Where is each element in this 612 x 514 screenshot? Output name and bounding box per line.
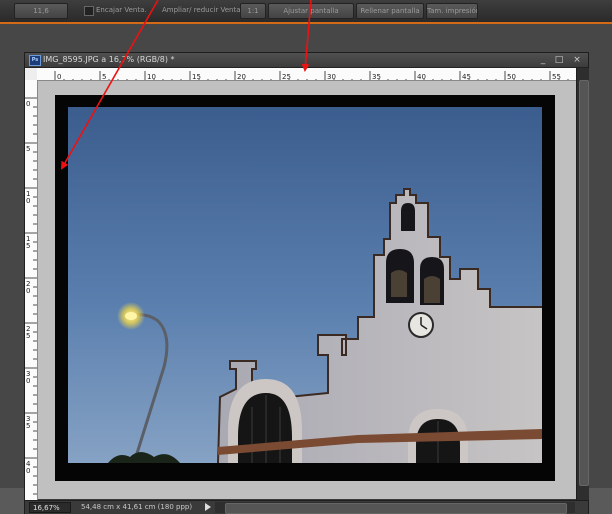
photoshop-icon: Ps — [29, 55, 41, 66]
ruler-label: 5 — [26, 332, 30, 340]
status-bar: 16,67% 54,48 cm x 41,61 cm (180 ppp) — [25, 500, 588, 514]
photo-illustration — [68, 107, 542, 463]
vertical-scroll-thumb[interactable] — [579, 80, 589, 486]
ruler-label: 25 — [282, 73, 291, 81]
options-toolbar: 11,6 Encajar Venta. Ampliar/ reducir Ven… — [0, 0, 612, 24]
minimize-button[interactable]: _ — [537, 53, 549, 67]
ruler-label: 50 — [507, 73, 516, 81]
ruler-label: 20 — [237, 73, 246, 81]
photo-church-at-dusk — [68, 107, 542, 463]
document-size-info: 54,48 cm x 41,61 cm (180 ppp) — [81, 503, 193, 511]
zoom-field[interactable]: 16,67% — [29, 502, 71, 513]
document-title: IMG_8595.JPG a 16,7% (RGB/8) * — [43, 55, 175, 64]
close-button[interactable]: × — [571, 53, 583, 67]
ruler-label: 5 — [26, 422, 30, 430]
workspace: Ps IMG_8595.JPG a 16,7% (RGB/8) * _ □ × … — [0, 24, 612, 514]
ruler-label: 5 — [26, 145, 30, 153]
image-border-frame — [55, 95, 555, 481]
ruler-label: 45 — [462, 73, 471, 81]
status-menu-arrow-icon[interactable] — [205, 503, 211, 511]
ruler-label: 0 — [57, 73, 61, 81]
fit-window-checkbox[interactable] — [84, 6, 94, 16]
ruler-label: 5 — [26, 242, 30, 250]
ruler-label: 0 — [26, 100, 30, 108]
ruler-label: 40 — [417, 73, 426, 81]
horizontal-scroll-thumb[interactable] — [225, 503, 567, 514]
restore-button[interactable]: □ — [553, 53, 565, 67]
horizontal-ruler-ticks: 0 5 10 15 20 25 30 35 40 45 50 55 — [54, 71, 569, 81]
print-size-button[interactable]: Tam. impresión — [426, 3, 478, 19]
ruler-label: 0 — [26, 197, 30, 205]
vertical-ruler-ticks: 051015202530354045 — [25, 97, 37, 495]
ruler-label: 55 — [552, 73, 561, 81]
ruler-label: 0 — [26, 467, 30, 475]
ruler-label: 30 — [327, 73, 336, 81]
fill-screen-button[interactable]: Rellenar pantalla — [356, 3, 424, 19]
ruler-label: 15 — [192, 73, 201, 81]
vertical-ruler[interactable]: 051015202530354045 — [25, 80, 38, 500]
ruler-label: 35 — [372, 73, 381, 81]
document-window: Ps IMG_8595.JPG a 16,7% (RGB/8) * _ □ × … — [24, 52, 589, 514]
ruler-label: 0 — [26, 287, 30, 295]
canvas-area[interactable] — [38, 81, 576, 499]
document-titlebar[interactable]: Ps IMG_8595.JPG a 16,7% (RGB/8) * _ □ × — [25, 53, 588, 68]
ruler-label: 0 — [26, 377, 30, 385]
horizontal-ruler[interactable]: 0 5 10 15 20 25 30 35 40 45 50 55 — [37, 68, 576, 81]
ruler-label: 10 — [147, 73, 156, 81]
zoom-level-box[interactable]: 11,6 — [14, 3, 68, 19]
ruler-label: 5 — [102, 73, 106, 81]
fit-window-label: Encajar Venta. — [96, 6, 147, 14]
actual-pixels-button[interactable]: 1:1 — [240, 3, 266, 19]
fit-screen-button[interactable]: Ajustar pantalla — [268, 3, 354, 19]
horizontal-scrollbar[interactable] — [215, 502, 575, 514]
resize-windows-label: Ampliar/ reducir Venta. — [162, 6, 243, 14]
vertical-scrollbar[interactable] — [576, 68, 589, 500]
